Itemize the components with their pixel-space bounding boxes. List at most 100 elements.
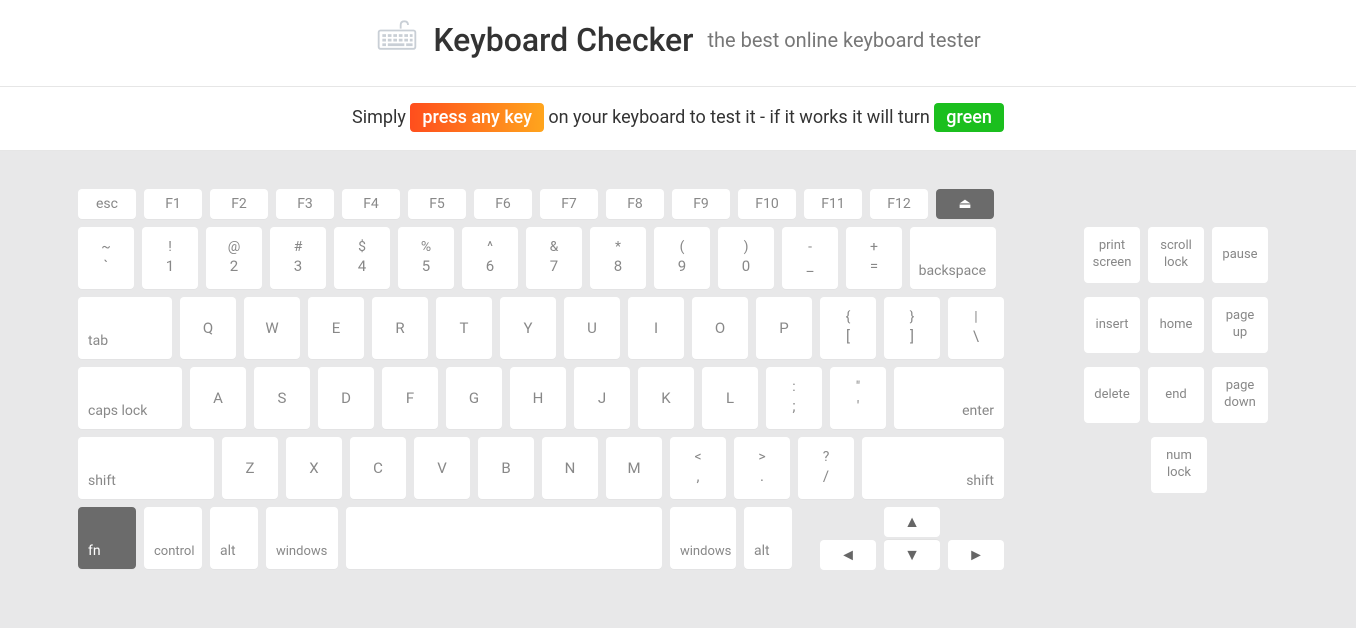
key-h[interactable]: H	[510, 367, 566, 429]
key-d[interactable]: D	[318, 367, 374, 429]
instruction-bar: Simply press any key on your keyboard to…	[0, 87, 1356, 151]
key-f[interactable]: F	[382, 367, 438, 429]
key-m[interactable]: M	[606, 437, 662, 499]
key-shift-right[interactable]: shift	[862, 437, 1004, 499]
instruction-pre: Simply	[352, 107, 410, 128]
key-y[interactable]: Y	[500, 297, 556, 359]
key-5[interactable]: %5	[398, 227, 454, 289]
key-s[interactable]: S	[254, 367, 310, 429]
key-f12[interactable]: F12	[870, 189, 928, 219]
key-num-lock[interactable]: numlock	[1151, 437, 1207, 493]
key-insert[interactable]: insert	[1084, 297, 1140, 353]
key-.[interactable]: >.	[734, 437, 790, 499]
key-j[interactable]: J	[574, 367, 630, 429]
key-esc[interactable]: esc	[78, 189, 136, 219]
key-9[interactable]: (9	[654, 227, 710, 289]
page-subtitle: the best online keyboard tester	[707, 28, 980, 52]
key-delete[interactable]: delete	[1084, 367, 1140, 423]
key-windows-right[interactable]: windows	[670, 507, 736, 569]
key-f9[interactable]: F9	[672, 189, 730, 219]
key-n[interactable]: N	[542, 437, 598, 499]
key-4[interactable]: $4	[334, 227, 390, 289]
key-/[interactable]: ?/	[798, 437, 854, 499]
key-3[interactable]: #3	[270, 227, 326, 289]
page-header: Keyboard Checker the best online keyboar…	[0, 0, 1356, 87]
key-i[interactable]: I	[628, 297, 684, 359]
key-q[interactable]: Q	[180, 297, 236, 359]
key-v[interactable]: V	[414, 437, 470, 499]
key-c[interactable]: C	[350, 437, 406, 499]
key-page-up[interactable]: pageup	[1212, 297, 1268, 353]
key-[[interactable]: {[	[820, 297, 876, 359]
key-home[interactable]: home	[1148, 297, 1204, 353]
nav-cluster: printscreenscrolllockpause inserthomepag…	[1084, 189, 1274, 578]
key-alt-left[interactable]: alt	[210, 507, 258, 569]
key-space[interactable]	[346, 507, 662, 569]
key-'[interactable]: "'	[830, 367, 886, 429]
key-2[interactable]: @2	[206, 227, 262, 289]
key-f7[interactable]: F7	[540, 189, 598, 219]
key-backspace[interactable]: backspace	[910, 227, 996, 289]
key-print-screen[interactable]: printscreen	[1084, 227, 1140, 283]
key-arrow-right[interactable]: ►	[948, 540, 1004, 570]
key-k[interactable]: K	[638, 367, 694, 429]
key-f1[interactable]: F1	[144, 189, 202, 219]
badge-green: green	[934, 103, 1004, 132]
key-`[interactable]: ~`	[78, 227, 134, 289]
key-end[interactable]: end	[1148, 367, 1204, 423]
key-t[interactable]: T	[436, 297, 492, 359]
badge-press-any-key: press any key	[410, 103, 544, 132]
key-windows-left[interactable]: windows	[266, 507, 338, 569]
key-arrow-left[interactable]: ◄	[820, 540, 876, 570]
key-w[interactable]: W	[244, 297, 300, 359]
key-f5[interactable]: F5	[408, 189, 466, 219]
key-scroll-lock[interactable]: scrolllock	[1148, 227, 1204, 283]
key-x[interactable]: X	[286, 437, 342, 499]
key-e[interactable]: E	[308, 297, 364, 359]
key-7[interactable]: &7	[526, 227, 582, 289]
key-][interactable]: }]	[884, 297, 940, 359]
key-;[interactable]: :;	[766, 367, 822, 429]
key-o[interactable]: O	[692, 297, 748, 359]
key-page-down[interactable]: pagedown	[1212, 367, 1268, 423]
key-arrow-down[interactable]: ▼	[884, 539, 940, 570]
key-z[interactable]: Z	[222, 437, 278, 499]
key-1[interactable]: !1	[142, 227, 198, 289]
main-cluster: esc F1 F2 F3 F4 F5 F6 F7 F8 F9 F10 F11 F12 ⏏ ~`!1@2#3…	[78, 189, 1004, 578]
keyboard-stage: esc F1 F2 F3 F4 F5 F6 F7 F8 F9 F10 F11 F12 ⏏ ~`!1@2#3…	[0, 151, 1356, 628]
key-f10[interactable]: F10	[738, 189, 796, 219]
key-f11[interactable]: F11	[804, 189, 862, 219]
key-\[interactable]: |\	[948, 297, 1004, 359]
page-title: Keyboard Checker	[433, 21, 693, 59]
key-tab[interactable]: tab	[78, 297, 172, 359]
key-f4[interactable]: F4	[342, 189, 400, 219]
key-f2[interactable]: F2	[210, 189, 268, 219]
key-enter[interactable]: enter	[894, 367, 1004, 429]
key-a[interactable]: A	[190, 367, 246, 429]
key-arrow-up[interactable]: ▲	[884, 507, 940, 537]
key-6[interactable]: ^6	[462, 227, 518, 289]
key-control-left[interactable]: control	[144, 507, 202, 569]
key-,[interactable]: <,	[670, 437, 726, 499]
key-eject[interactable]: ⏏	[936, 189, 994, 219]
key-0[interactable]: )0	[718, 227, 774, 289]
key-8[interactable]: *8	[590, 227, 646, 289]
key-u[interactable]: U	[564, 297, 620, 359]
key-=[interactable]: +=	[846, 227, 902, 289]
key-alt-right[interactable]: alt	[744, 507, 792, 569]
key-shift-left[interactable]: shift	[78, 437, 214, 499]
key-f8[interactable]: F8	[606, 189, 664, 219]
key-_[interactable]: -_	[782, 227, 838, 289]
key-p[interactable]: P	[756, 297, 812, 359]
key-capslock[interactable]: caps lock	[78, 367, 182, 429]
key-l[interactable]: L	[702, 367, 758, 429]
arrow-cluster: ◄ ▲▼ ►	[820, 507, 1004, 570]
key-f3[interactable]: F3	[276, 189, 334, 219]
key-f6[interactable]: F6	[474, 189, 532, 219]
key-r[interactable]: R	[372, 297, 428, 359]
key-g[interactable]: G	[446, 367, 502, 429]
key-pause[interactable]: pause	[1212, 227, 1268, 283]
key-b[interactable]: B	[478, 437, 534, 499]
key-fn[interactable]: fn	[78, 507, 136, 569]
keyboard-icon	[375, 14, 419, 66]
